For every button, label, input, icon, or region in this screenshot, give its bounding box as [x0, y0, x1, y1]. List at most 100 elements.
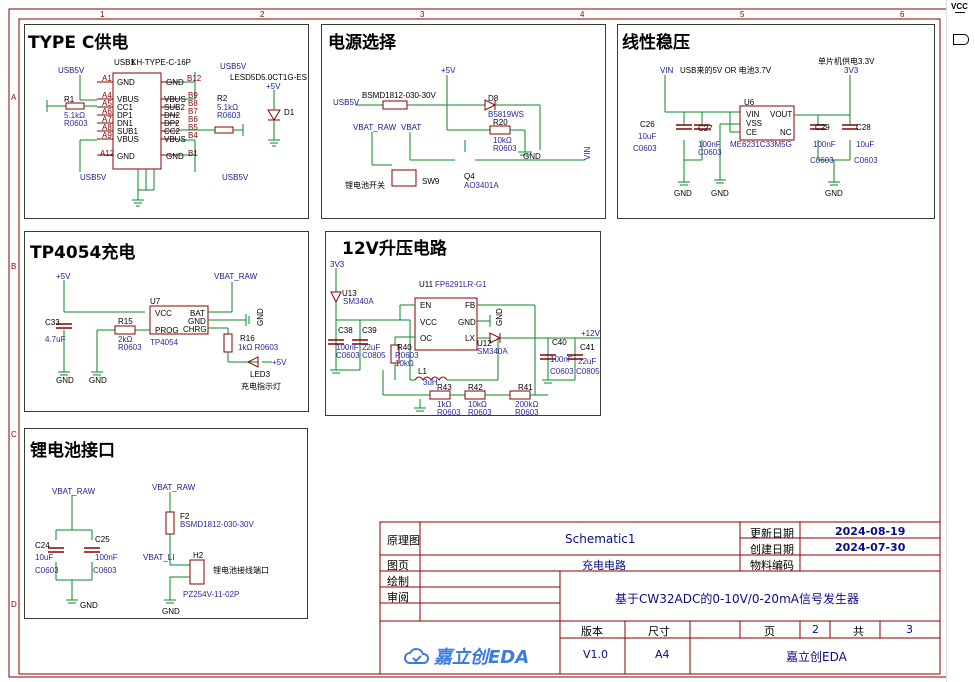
- f2-part: BSMD1812-030-30V: [180, 520, 254, 529]
- frame-col-marker: 2: [260, 10, 265, 19]
- u13-part: SM340A: [343, 297, 374, 306]
- pin-label: B4: [188, 131, 198, 140]
- l1-value: 3uH: [423, 378, 438, 387]
- r40-value: 10kΩ: [395, 359, 414, 368]
- net-5v: +5V: [266, 82, 281, 91]
- r2-ref: R2: [217, 94, 228, 103]
- d1-ref: D1: [284, 108, 295, 117]
- sw-label: 锂电池开关: [345, 181, 385, 190]
- c26-value: 10uF: [638, 132, 657, 141]
- pin-label: A9: [102, 131, 112, 140]
- frame-row-marker: A: [11, 93, 17, 102]
- block-ldo: [617, 24, 935, 219]
- c25-package: C0603: [93, 566, 117, 575]
- u7-ref: U7: [150, 297, 161, 306]
- c33-value: 4.7uF: [45, 335, 66, 344]
- pin-name: VBUS: [117, 135, 139, 144]
- r16-ref: R16: [240, 334, 255, 343]
- fuse-part: BSMD1812-030-30V: [362, 91, 436, 100]
- gnd-label: GND: [523, 152, 541, 161]
- r1-ref: R1: [64, 95, 75, 104]
- pin-name: CE: [746, 128, 758, 137]
- u11-ref: U11: [419, 280, 434, 289]
- section-title-boost: 12V升压电路: [342, 239, 447, 259]
- c40-ref: C40: [552, 338, 567, 347]
- c25-ref: C25: [95, 535, 110, 544]
- net-3v3: 3V3: [330, 260, 345, 269]
- pin-name: VBUS: [164, 135, 186, 144]
- c26-package: C0603: [633, 144, 657, 153]
- section-title-power-select: 电源选择: [328, 33, 396, 53]
- net-vbat-raw: VBAT_RAW: [152, 483, 196, 492]
- tb-project-title: 基于CW32ADC的0-10V/0-20mA信号发生器: [615, 592, 859, 606]
- c28-package: C0603: [854, 156, 878, 165]
- gnd-label: GND: [674, 189, 692, 198]
- h2-ref: H2: [193, 551, 204, 560]
- section-title-battery: 锂电池接口: [30, 441, 115, 461]
- tb-schematic-value: Schematic1: [565, 532, 636, 546]
- pin-label: A1: [102, 74, 112, 83]
- r15-ref: R15: [118, 317, 133, 326]
- r20-ref: R20: [493, 118, 508, 127]
- gnd-label: GND: [825, 189, 843, 198]
- net-3v3: 3V3: [844, 66, 859, 75]
- net-12v: +12V: [581, 329, 600, 338]
- tb-brand: 嘉立创EDA: [786, 650, 847, 664]
- r15-package: R0603: [118, 343, 142, 352]
- d1-part: LESD5D5.0CT1G-ES: [230, 73, 307, 82]
- net-vbat-raw: VBAT_RAW: [214, 272, 258, 281]
- c38-package: C0603: [336, 351, 360, 360]
- pin-label: A12: [100, 149, 115, 158]
- frame-col-marker: 5: [740, 10, 745, 19]
- net-usb5v: USB5V: [222, 173, 249, 182]
- c29-package: C0603: [810, 156, 834, 165]
- c29-ref: C29: [815, 123, 830, 132]
- vcc-symbol-icon[interactable]: [955, 12, 965, 23]
- net-vin: VIN: [660, 66, 674, 75]
- c24-value: 10uF: [35, 553, 54, 562]
- q4-part: AO3401A: [464, 181, 499, 190]
- net-5v: +5V: [272, 358, 287, 367]
- u11-part: FP6291LR-G1: [435, 280, 487, 289]
- jlc-logo: 嘉立创EDA: [404, 643, 529, 669]
- tb-size-value: A4: [655, 648, 670, 661]
- r42-ref: R42: [468, 383, 483, 392]
- led3-ref: LED3: [250, 370, 271, 379]
- net-usb5v: USB5V: [58, 66, 85, 75]
- r20-package: R0603: [493, 144, 517, 153]
- c25-value: 100nF: [95, 553, 118, 562]
- u6-part: ME6231C33M5G: [730, 140, 792, 149]
- r41-package: R0603: [515, 408, 539, 417]
- c33-ref: C33: [45, 318, 60, 327]
- h2-part: PZ254V-11-02P: [183, 590, 240, 599]
- r43-package: R0603: [437, 408, 461, 417]
- tb-draw-label: 绘制: [387, 575, 409, 588]
- pin-name: PROG: [155, 326, 179, 335]
- pin-name: VSS: [746, 119, 763, 128]
- pin-name: LX: [465, 334, 475, 343]
- net-usb5v: USB5V: [80, 173, 107, 182]
- net-usb5v: USB5V: [220, 62, 247, 71]
- tb-review-label: 审阅: [387, 591, 409, 604]
- section-title-ldo: 线性稳压: [622, 33, 690, 53]
- gnd-label: GND: [56, 376, 74, 385]
- tb-updated-label: 更新日期: [750, 527, 794, 540]
- pin-name: VCC: [155, 309, 172, 318]
- u6-ref: U6: [744, 98, 755, 107]
- tb-page-num-label: 页: [764, 625, 775, 638]
- u7-part: TP4054: [150, 338, 179, 347]
- led3-label: 充电指示灯: [241, 382, 281, 391]
- c28-value: 10uF: [856, 140, 875, 149]
- vcc-label: VCC: [951, 2, 968, 11]
- c40-value: 100nF: [550, 355, 573, 364]
- tb-schematic-label: 原理图: [387, 534, 420, 547]
- c41-package: C0805: [576, 367, 600, 376]
- c38-ref: C38: [338, 326, 353, 335]
- l1-ref: L1: [418, 367, 427, 376]
- port-icon[interactable]: [953, 34, 969, 45]
- tb-page-value: 充电电路: [582, 559, 626, 572]
- c41-ref: C41: [580, 343, 595, 352]
- pin-label: B12: [187, 74, 202, 83]
- c27-package: C0603: [698, 148, 722, 157]
- logo-text: 嘉立创EDA: [434, 647, 530, 668]
